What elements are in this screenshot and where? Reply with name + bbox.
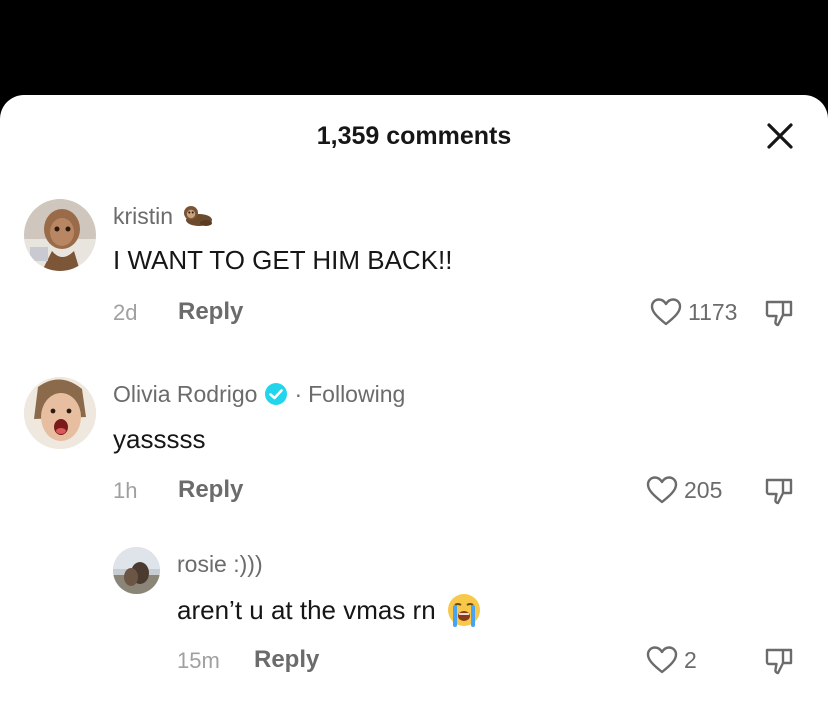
reply-button[interactable]: Reply: [178, 476, 243, 504]
reply-button[interactable]: Reply: [254, 646, 319, 674]
avatar[interactable]: [24, 199, 96, 271]
verified-badge-icon: [265, 383, 288, 405]
thumbs-down-icon: [765, 648, 793, 675]
comment-username[interactable]: Olivia Rodrigo · Following: [113, 380, 405, 408]
following-label: Following: [308, 381, 406, 407]
like-count: 2: [684, 647, 697, 673]
thumbs-down-icon: [765, 300, 793, 327]
heart-icon: [646, 476, 678, 504]
avatar[interactable]: [113, 547, 160, 594]
comment-username[interactable]: kristin: [113, 202, 215, 230]
reply-timestamp: 15m: [177, 648, 220, 673]
close-icon: [767, 123, 793, 149]
like-count: 205: [684, 477, 723, 503]
like-button[interactable]: 2: [646, 645, 697, 675]
heart-icon: [646, 646, 678, 674]
comments-count-title: 1,359 comments: [316, 122, 512, 150]
comment-timestamp: 1h: [113, 478, 138, 503]
heart-icon: [650, 298, 682, 326]
reply-button[interactable]: Reply: [178, 298, 243, 326]
avatar[interactable]: [24, 377, 96, 449]
loudly-crying-face-icon: [447, 594, 480, 627]
dislike-button[interactable]: [764, 298, 794, 333]
close-button[interactable]: [764, 120, 796, 152]
comment-timestamp: 2d: [113, 300, 138, 325]
like-button[interactable]: 1173: [650, 297, 737, 327]
thumbs-down-icon: [765, 478, 793, 505]
like-count: 1173: [688, 299, 738, 325]
dislike-button[interactable]: [764, 646, 794, 681]
dislike-button[interactable]: [764, 476, 794, 511]
reply-username[interactable]: rosie :))): [177, 550, 263, 578]
separator-dot: ·: [294, 381, 303, 407]
comment-text: yasssss: [113, 424, 206, 454]
otter-emoji-icon: [184, 206, 213, 226]
reply-text: aren’t u at the vmas rn: [177, 592, 482, 628]
like-button[interactable]: 205: [646, 475, 722, 505]
comment-text: I WANT TO GET HIM BACK!!: [113, 245, 453, 275]
